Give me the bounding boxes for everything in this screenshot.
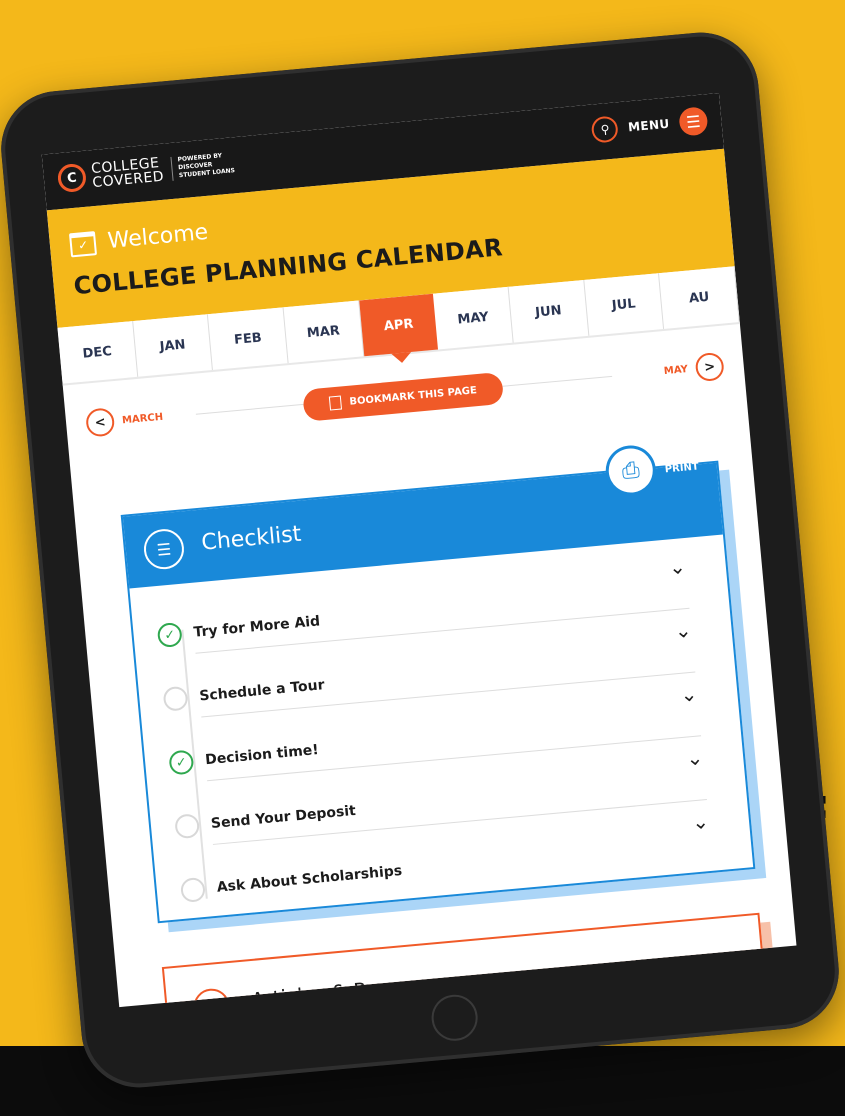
next-month-link[interactable]: MAY > [655,351,725,386]
checklist-item-label[interactable]: Send Your Deposit [210,803,356,832]
checklist-item-row: ✓ Ask About Scholarships [179,859,403,903]
checklist-item-label[interactable]: Schedule a Tour [199,677,325,704]
check-incomplete-icon[interactable]: ✓ [179,876,207,903]
powered-by-text: POWERED BY DISCOVER STUDENT LOANS [170,151,236,181]
tab-jan[interactable]: JAN [132,314,214,377]
checklist-item-label[interactable]: Decision time! [205,742,320,768]
calendar-check-icon: ✓ [68,230,97,257]
checklist-item-label[interactable]: Try for More Aid [193,613,321,640]
tab-apr[interactable]: APR [358,293,439,357]
check-complete-icon[interactable]: ✓ [156,621,183,649]
next-month-label[interactable]: MAY [663,363,688,376]
chevron-down-icon[interactable]: ⌄ [668,554,687,579]
top-actions: ⚲ MENU ☰ [591,106,709,144]
checklist-item-label[interactable]: Ask About Scholarships [216,863,403,896]
print-button[interactable]: ⎙ PRINT [606,442,701,495]
search-icon[interactable]: ⚲ [591,115,620,144]
printer-icon[interactable]: ⎙ [606,446,655,495]
chevron-right-icon[interactable]: > [694,351,725,383]
chevron-down-icon[interactable]: ⌄ [679,681,698,706]
chevron-left-icon[interactable]: < [85,407,116,438]
bookmark-button[interactable]: BOOKMARK THIS PAGE [302,371,505,422]
checklist-list-icon: ☰ [142,527,186,571]
check-incomplete-icon[interactable]: ✓ [162,685,189,712]
check-complete-icon[interactable]: ✓ [168,749,195,776]
chevron-down-icon[interactable]: ⌄ [691,809,710,834]
checklist-items: ⌄ ✓ Try for More Aid ⌄ ✓ Schedule a Tour [129,534,752,917]
checklist-item-row: ✓ Decision time! [168,738,320,776]
tab-may[interactable]: MAY [433,286,514,350]
nav-divider-right [502,375,613,387]
previous-month-link[interactable]: < MARCH [85,402,172,438]
previous-month-label[interactable]: MARCH [122,411,164,426]
tab-aug[interactable]: AU [659,266,740,329]
tablet-screen: C COLLEGE COVERED POWERED BY DISCOVER ST… [41,92,797,1008]
tablet-device: C COLLEGE COVERED POWERED BY DISCOVER ST… [0,27,844,1093]
tab-jun[interactable]: JUN [508,279,590,343]
bookmark-icon [328,395,343,411]
welcome-text: Welcome [106,219,210,254]
print-label[interactable]: PRINT [664,461,699,475]
chevron-down-icon[interactable]: ⌄ [685,745,704,770]
welcome-row: ✓ Welcome [68,219,210,257]
menu-hamburger-icon[interactable]: ☰ [678,106,709,137]
tab-feb[interactable]: FEB [208,307,289,370]
tab-dec[interactable]: DEC [57,321,138,384]
checklist-card: ☰ Checklist ⎙ PRINT ⌄ ✓ Try for More Aid [120,446,756,924]
checklist-title: Checklist [200,521,303,556]
tab-mar[interactable]: MAR [283,300,364,364]
menu-label[interactable]: MENU [627,117,670,135]
logo-mark-icon: C [56,162,88,194]
articles-resources-card[interactable]: ▤ Articles & Resources [161,912,768,1008]
checklist-section: ☰ Checklist ⎙ PRINT ⌄ ✓ Try for More Aid [120,446,767,934]
document-icon: ▤ [192,987,232,1008]
bookmark-label: BOOKMARK THIS PAGE [348,384,478,408]
tab-jul[interactable]: JUL [583,273,665,336]
articles-title[interactable]: Articles & Resources [250,970,456,1008]
checklist-item-row: ✓ Try for More Aid [156,609,321,649]
check-incomplete-icon[interactable]: ✓ [174,813,201,840]
logo-text: COLLEGE COVERED [91,155,165,191]
chevron-down-icon[interactable]: ⌄ [674,618,693,643]
nav-divider-left [195,403,304,415]
tablet-home-button[interactable] [429,992,480,1043]
checklist-item-row: ✓ Schedule a Tour [162,673,326,712]
college-covered-logo[interactable]: C COLLEGE COVERED POWERED BY DISCOVER ST… [56,149,236,194]
